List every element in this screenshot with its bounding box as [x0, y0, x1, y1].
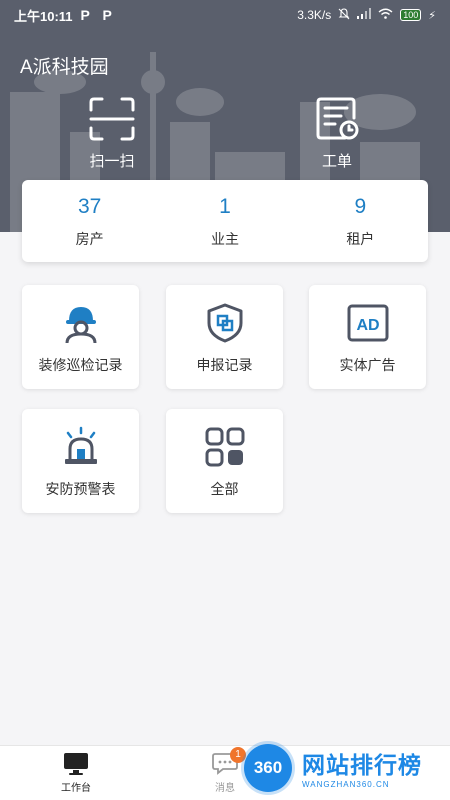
stat-owner[interactable]: 1 业主 — [157, 180, 292, 262]
stat-value: 1 — [219, 195, 231, 218]
alarm-siren-icon — [64, 426, 97, 464]
scan-label: 扫一扫 — [89, 153, 135, 170]
watermark-subtext: WANGZHAN360.CN — [302, 780, 390, 789]
tile-label: 装修巡检记录 — [38, 357, 123, 373]
tile-all[interactable]: 全部 — [166, 409, 283, 513]
shield-report-icon — [207, 303, 242, 343]
monitor-icon — [64, 753, 88, 775]
stat-property[interactable]: 37 房产 — [22, 180, 157, 262]
tile-renovation-inspection[interactable]: 装修巡检记录 — [22, 285, 139, 389]
work-order-button[interactable]: 工单 — [287, 96, 387, 171]
status-right: 3.3K/s 100 ⚡ — [297, 7, 436, 23]
parking-notification-icon-2: P — [102, 7, 112, 23]
network-speed: 3.3K/s — [297, 8, 332, 22]
tile-physical-ads[interactable]: AD 实体广告 — [309, 285, 426, 389]
scan-icon — [89, 97, 135, 141]
watermark-logo: 360 — [244, 744, 292, 792]
tile-label: 申报记录 — [196, 357, 253, 373]
mute-bell-icon — [338, 7, 350, 23]
stats-card: 37 房产 1 业主 9 租户 — [22, 180, 428, 262]
app-title: A派科技园 — [20, 57, 109, 78]
stat-tenant[interactable]: 9 租户 — [293, 180, 428, 262]
tab-workbench[interactable]: 工作台 — [36, 746, 116, 794]
tab-label: 工作台 — [61, 783, 91, 794]
scan-button[interactable]: 扫一扫 — [62, 96, 162, 171]
work-order-label: 工单 — [321, 153, 352, 170]
stat-label: 房产 — [75, 231, 104, 247]
stat-value: 37 — [77, 195, 102, 218]
status-bar: 上午10:11 P P 3.3K/s 100 ⚡ — [0, 0, 450, 30]
stat-value: 9 — [354, 195, 367, 218]
worker-helmet-icon — [65, 307, 96, 344]
tile-report-records[interactable]: 申报记录 — [166, 285, 283, 389]
tile-label: 全部 — [210, 481, 239, 497]
stat-label: 业主 — [210, 231, 239, 247]
stat-label: 租户 — [346, 231, 375, 247]
ad-icon: AD — [347, 304, 388, 342]
watermark-text: 网站排行榜 — [302, 752, 422, 778]
work-order-icon — [316, 97, 359, 140]
watermark: 360 网站排行榜 WANGZHAN360.CN — [236, 738, 448, 800]
status-time: 上午10:11 — [14, 8, 73, 24]
signal-icon — [357, 8, 372, 22]
tile-security-alert[interactable]: 安防预警表 — [22, 409, 139, 513]
tile-label: 实体广告 — [339, 357, 396, 373]
parking-notification-icon: P — [80, 7, 90, 23]
ad-icon-text: AD — [356, 317, 379, 334]
battery-icon: 100 — [400, 9, 422, 21]
tile-label: 安防预警表 — [45, 481, 116, 497]
wifi-icon — [378, 8, 393, 22]
charging-icon: ⚡ — [428, 9, 436, 22]
all-grid-icon — [205, 427, 244, 467]
